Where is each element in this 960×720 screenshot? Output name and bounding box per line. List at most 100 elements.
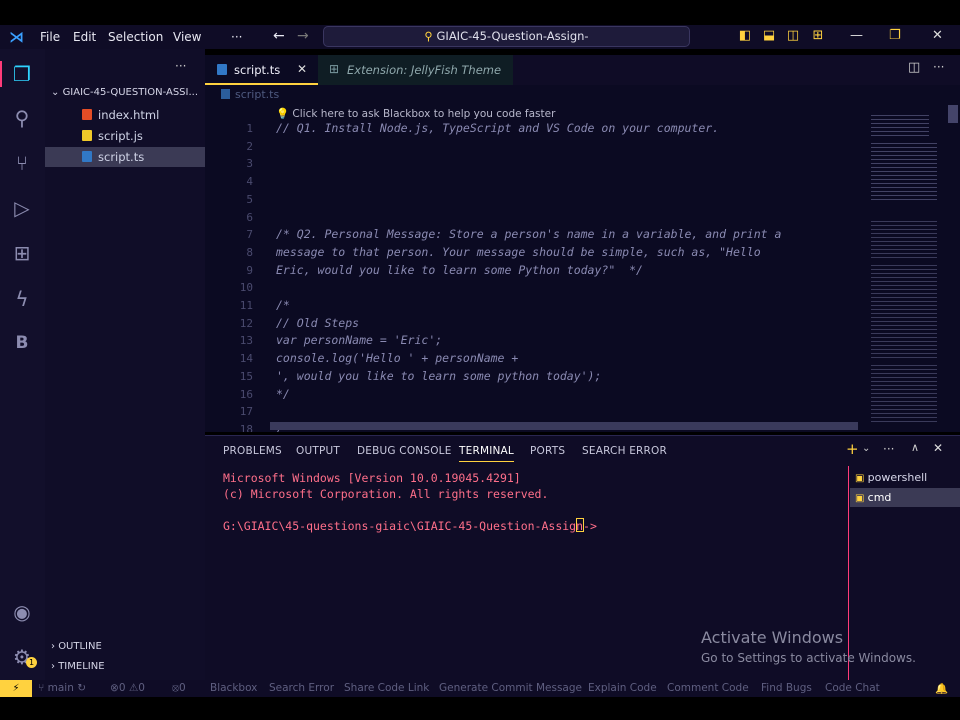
tab-ports[interactable]: PORTS bbox=[530, 445, 565, 457]
toggle-secondary-sidebar-icon[interactable]: ◫ bbox=[786, 29, 800, 43]
search-text: GIAIC-45-Question-Assign- bbox=[436, 29, 589, 43]
code-line: console.log('Hello ' + personName + bbox=[276, 351, 519, 366]
panel-more-icon[interactable]: ··· bbox=[883, 442, 894, 456]
toggle-primary-sidebar-icon[interactable]: ◧ bbox=[738, 29, 752, 43]
status-generate-commit[interactable]: Generate Commit Message bbox=[439, 682, 582, 694]
status-comment-code[interactable]: Comment Code bbox=[667, 682, 749, 694]
file-script-js[interactable]: script.js bbox=[45, 126, 205, 146]
tab-script-ts[interactable]: script.ts ✕ bbox=[205, 55, 318, 85]
tab-label: Extension: JellyFish Theme bbox=[347, 63, 502, 77]
new-terminal-icon[interactable]: + bbox=[846, 440, 859, 458]
explorer-icon[interactable]: ❐ bbox=[10, 62, 34, 86]
sidebar-more-icon[interactable]: ··· bbox=[175, 59, 186, 73]
vertical-scrollbar-thumb[interactable] bbox=[948, 105, 958, 123]
html-file-icon bbox=[82, 109, 92, 120]
more-menu-icon[interactable]: ··· bbox=[231, 30, 242, 44]
horizontal-scrollbar[interactable] bbox=[270, 422, 858, 430]
menu-file[interactable]: File bbox=[40, 30, 60, 44]
tab-extension-jellyfish[interactable]: ⊞ Extension: JellyFish Theme bbox=[318, 55, 513, 85]
branch-name: main bbox=[47, 682, 74, 694]
editor-more-icon[interactable]: ··· bbox=[933, 60, 944, 74]
remote-indicator[interactable]: ⚡ bbox=[0, 680, 32, 697]
branch-status[interactable]: ⑂ main ↻ bbox=[38, 682, 86, 694]
status-code-chat[interactable]: Code Chat bbox=[825, 682, 880, 694]
ports-status[interactable]: ⦻0 bbox=[172, 682, 186, 695]
code-line: */ bbox=[276, 386, 290, 401]
account-icon[interactable]: ◉ bbox=[10, 600, 34, 624]
blackbox-hint[interactable]: 💡 Click here to ask Blackbox to help you… bbox=[276, 107, 555, 120]
minimize-icon[interactable]: — bbox=[850, 28, 863, 43]
timeline-label: TIMELINE bbox=[58, 661, 105, 672]
folder-header[interactable]: ⌄ GIAIC-45-QUESTION-ASSI... bbox=[51, 87, 205, 98]
close-window-icon[interactable]: ✕ bbox=[932, 28, 943, 43]
line-number: 10 bbox=[239, 281, 253, 295]
run-debug-icon[interactable]: ▷ bbox=[10, 196, 34, 220]
line-number: 5 bbox=[246, 192, 253, 206]
terminal-line: G:\GIAIC\45-questions-giaic\GIAIC-45-Que… bbox=[223, 519, 597, 533]
file-name: index.html bbox=[98, 108, 160, 122]
code-line: ', would you like to learn some python t… bbox=[276, 368, 602, 383]
menu-view[interactable]: View bbox=[173, 30, 201, 44]
tab-output[interactable]: OUTPUT bbox=[296, 445, 340, 457]
editor-tabs: script.ts ✕ ⊞ Extension: JellyFish Theme… bbox=[205, 55, 960, 85]
notifications-bell-icon[interactable]: 🔔 bbox=[935, 682, 948, 695]
ports-icon: ⦻ bbox=[172, 682, 179, 694]
status-search-error[interactable]: Search Error bbox=[269, 682, 334, 694]
maximize-panel-icon[interactable]: ∧ bbox=[911, 441, 919, 454]
lightning-icon[interactable]: ϟ bbox=[10, 287, 34, 311]
line-number: 12 bbox=[239, 316, 253, 330]
toggle-panel-icon[interactable]: ⬓ bbox=[762, 29, 776, 43]
activate-windows-title: Activate Windows bbox=[701, 628, 844, 647]
restore-icon[interactable]: ❐ bbox=[889, 28, 901, 43]
ts-file-icon bbox=[82, 151, 92, 162]
terminal-line: (c) Microsoft Corporation. All rights re… bbox=[223, 487, 549, 501]
chevron-down-icon[interactable]: ⌄ bbox=[862, 443, 870, 454]
terminal-list-divider bbox=[848, 466, 849, 681]
terminal-line: Microsoft Windows [Version 10.0.19045.42… bbox=[223, 471, 521, 485]
activity-bar: ❐ ⚲ ⑂ ▷ ⊞ ϟ B ◉ ⚙ 1 bbox=[0, 49, 45, 680]
activate-windows-subtitle: Go to Settings to activate Windows. bbox=[701, 651, 916, 665]
minimap[interactable] bbox=[867, 103, 945, 423]
lightbulb-icon: 💡 bbox=[276, 108, 290, 120]
tab-terminal[interactable]: TERMINAL bbox=[459, 445, 514, 462]
search-view-icon[interactable]: ⚲ bbox=[10, 106, 34, 130]
line-number: 11 bbox=[239, 299, 253, 312]
close-tab-icon[interactable]: ✕ bbox=[297, 62, 307, 76]
menu-selection[interactable]: Selection bbox=[108, 30, 163, 44]
line-number: 2 bbox=[246, 139, 253, 153]
breadcrumb[interactable]: script.ts bbox=[221, 88, 279, 101]
menu-edit[interactable]: Edit bbox=[73, 30, 96, 44]
tab-search-error[interactable]: SEARCH ERROR bbox=[582, 445, 667, 457]
status-share-code-link[interactable]: Share Code Link bbox=[344, 682, 429, 694]
forward-arrow-icon[interactable]: → bbox=[297, 28, 309, 44]
minimap-block bbox=[871, 115, 929, 137]
customize-layout-icon[interactable]: ⊞ bbox=[811, 29, 825, 43]
extensions-icon[interactable]: ⊞ bbox=[10, 241, 34, 265]
shell-item-cmd[interactable]: ▣ cmd bbox=[850, 488, 960, 507]
file-script-ts[interactable]: script.ts bbox=[45, 147, 205, 167]
hint-text: Click here to ask Blackbox to help you c… bbox=[292, 108, 556, 120]
tab-debug-console[interactable]: DEBUG CONSOLE bbox=[357, 445, 452, 457]
active-indicator bbox=[0, 61, 2, 87]
file-index-html[interactable]: index.html bbox=[45, 105, 205, 125]
problems-status[interactable]: ⊗0 ⚠0 bbox=[110, 682, 145, 694]
command-center-search[interactable]: ⚲ GIAIC-45-Question-Assign- bbox=[323, 26, 690, 47]
tab-problems[interactable]: PROBLEMS bbox=[223, 445, 282, 457]
back-arrow-icon[interactable]: ← bbox=[273, 28, 285, 44]
file-name: script.ts bbox=[98, 150, 145, 164]
line-number: 7 bbox=[246, 228, 253, 242]
outline-section[interactable]: › OUTLINE bbox=[51, 641, 102, 652]
blackbox-icon[interactable]: B bbox=[10, 331, 34, 355]
shell-item-powershell[interactable]: ▣ powershell bbox=[855, 468, 960, 487]
split-editor-icon[interactable]: ◫ bbox=[908, 60, 920, 75]
status-blackbox[interactable]: Blackbox bbox=[210, 682, 257, 694]
code-editor[interactable]: script.ts 💡 Click here to ask Blackbox t… bbox=[205, 85, 960, 432]
settings-badge: 1 bbox=[26, 657, 37, 668]
timeline-section[interactable]: › TIMELINE bbox=[51, 661, 105, 672]
chevron-down-icon: ⌄ bbox=[51, 87, 63, 98]
status-explain-code[interactable]: Explain Code bbox=[588, 682, 657, 694]
close-panel-icon[interactable]: ✕ bbox=[933, 441, 943, 455]
code-line: Eric, would you like to learn some Pytho… bbox=[276, 262, 643, 277]
status-find-bugs[interactable]: Find Bugs bbox=[761, 682, 812, 694]
source-control-icon[interactable]: ⑂ bbox=[10, 151, 34, 175]
